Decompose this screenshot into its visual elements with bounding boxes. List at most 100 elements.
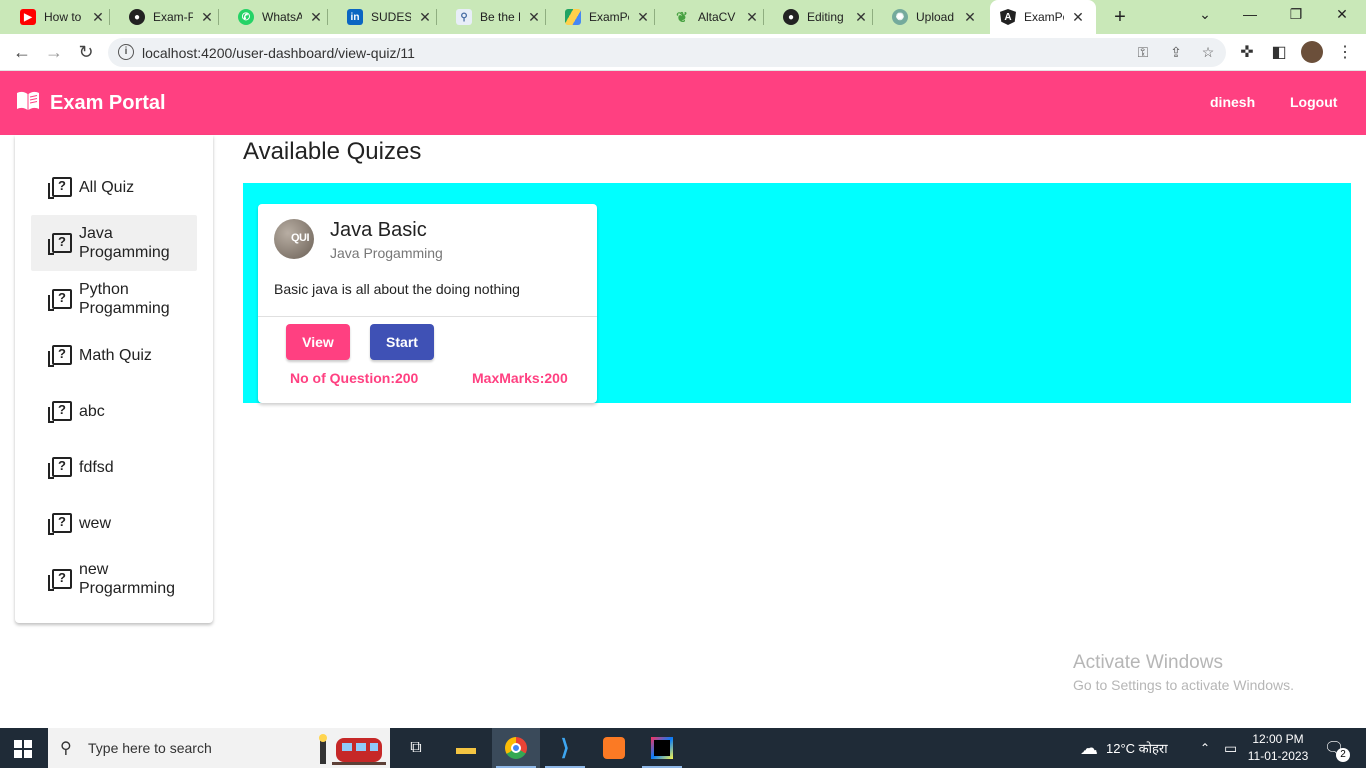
sidebar-item-abc[interactable]: ? abc (31, 383, 197, 439)
quiz-icon: ? (48, 569, 72, 591)
sidebar-item-label: Java Progamming (79, 225, 170, 261)
url-text[interactable]: localhost:4200/user-dashboard/view-quiz/… (142, 45, 415, 61)
close-tab-icon[interactable]: ✕ (964, 9, 976, 26)
page-title: Available Quizes (243, 138, 422, 165)
quiz-icon: ? (48, 233, 72, 255)
close-tab-icon[interactable]: ✕ (637, 9, 649, 26)
browser-tab-5[interactable]: ⚲ Be the N ✕ (456, 4, 546, 30)
tab-title: WhatsAp (262, 10, 302, 24)
forward-arrow-icon[interactable]: → (44, 42, 64, 62)
browser-tab-2[interactable]: ● Exam-Po ✕ (129, 4, 219, 30)
browser-tab-7[interactable]: ❦ AltaCV | ✕ (674, 4, 764, 30)
browser-tab-6[interactable]: ExamPor ✕ (565, 4, 655, 30)
side-panel-icon[interactable]: ◧ (1269, 42, 1289, 62)
share-icon[interactable]: ⇪ (1167, 44, 1185, 61)
sidebar-item-fdfsd[interactable]: ? fdfsd (31, 439, 197, 495)
quiz-title: Java Basic (330, 219, 427, 241)
close-tab-icon[interactable]: ✕ (419, 9, 431, 26)
brand-title[interactable]: Exam Portal (50, 92, 166, 115)
question-count: No of Question:200 (290, 370, 419, 386)
tab-title: ExamPor (589, 10, 629, 24)
chatgpt-icon: ✺ (892, 9, 908, 25)
close-tab-icon[interactable]: ✕ (201, 9, 213, 26)
sidebar-item-all-quiz[interactable]: ? All Quiz (31, 159, 197, 215)
linkedin-icon: in (347, 9, 363, 25)
category-sidebar: ? All Quiz ? Java Progamming ? Python Pr… (15, 135, 213, 623)
back-arrow-icon[interactable]: ← (12, 42, 32, 62)
browser-tab-3[interactable]: ✆ WhatsAp ✕ (238, 4, 328, 30)
sidebar-item-new-progarmming[interactable]: ? new Progarmming (31, 551, 197, 607)
notification-center[interactable]: 🗨 2 (1324, 728, 1350, 768)
sidebar-item-java-progamming[interactable]: ? Java Progamming (31, 215, 197, 271)
reload-icon[interactable]: ↻ (76, 42, 96, 62)
extensions-puzzle-icon[interactable]: ✜ (1237, 42, 1257, 62)
avatar-text: QUI (291, 232, 310, 244)
weather-widget[interactable]: ☁ 12°C कोहरा (1080, 728, 1168, 768)
browser-tab-8[interactable]: ● Editing C ✕ (783, 4, 873, 30)
battery-icon[interactable]: ▭ (1224, 728, 1237, 768)
close-window-button[interactable]: ✕ (1332, 6, 1352, 23)
tab-title: SUDESH (371, 10, 411, 24)
minimize-button[interactable]: — (1240, 6, 1260, 22)
tab-title: How to c (44, 10, 84, 24)
close-tab-icon[interactable]: ✕ (855, 9, 867, 26)
quiz-list-area: QUI Java Basic Java Progamming Basic jav… (243, 183, 1351, 403)
sidebar-item-label: All Quiz (79, 178, 135, 196)
taskbar-clock[interactable]: 12:00 PM 11-01-2023 (1246, 731, 1310, 765)
sidebar-item-label: Python Progamming (79, 281, 170, 317)
search-icon: ⚲ (60, 740, 72, 757)
file-explorer-icon[interactable]: ▬ (442, 728, 490, 768)
clock-date: 11-01-2023 (1247, 749, 1309, 763)
restore-button[interactable]: ❐ (1286, 6, 1306, 23)
task-view-icon[interactable]: ⧉ (392, 728, 440, 768)
tab-title: Exam-Po (153, 10, 193, 24)
close-tab-icon[interactable]: ✕ (310, 9, 322, 26)
train-icon (319, 734, 386, 765)
intellij-taskbar-icon[interactable] (638, 728, 686, 768)
address-bar[interactable]: i localhost:4200/user-dashboard/view-qui… (108, 38, 1226, 67)
key-icon[interactable]: ⚿ (1134, 44, 1152, 61)
close-tab-icon[interactable]: ✕ (1072, 9, 1084, 26)
bookmark-star-icon[interactable]: ☆ (1199, 44, 1217, 61)
site-info-icon[interactable]: i (118, 44, 134, 60)
browser-tab-strip: ▶ How to c ✕ ● Exam-Po ✕ ✆ WhatsAp ✕ in … (0, 0, 1366, 34)
xampp-taskbar-icon[interactable] (590, 728, 638, 768)
sidebar-item-python-progamming[interactable]: ? Python Progamming (31, 271, 197, 327)
sidebar-item-label: Math Quiz (79, 346, 152, 364)
sidebar-item-math-quiz[interactable]: ? Math Quiz (31, 327, 197, 383)
chrome-menu-icon[interactable]: ⋮ (1335, 42, 1355, 62)
quiz-category: Java Progamming (330, 245, 443, 261)
taskbar-search-box[interactable]: ⚲ Type here to search (48, 728, 390, 768)
profile-avatar[interactable] (1301, 41, 1323, 63)
close-tab-icon[interactable]: ✕ (746, 9, 758, 26)
quiz-icon: ? (48, 513, 72, 535)
address-toolbar: ← → ↻ i localhost:4200/user-dashboard/vi… (0, 34, 1366, 71)
chevron-up-icon[interactable]: ⌃ (1200, 728, 1210, 768)
quiz-description: Basic java is all about the doing nothin… (274, 281, 520, 297)
activate-windows-subtitle: Go to Settings to activate Windows. (1073, 677, 1294, 693)
youtube-icon: ▶ (20, 9, 36, 25)
quiz-card: QUI Java Basic Java Progamming Basic jav… (258, 204, 597, 403)
chrome-taskbar-icon[interactable] (492, 728, 540, 768)
app-header: Exam Portal dinesh Logout (0, 71, 1366, 135)
vscode-taskbar-icon[interactable]: ⟩ (541, 728, 589, 768)
overleaf-icon: ❦ (676, 8, 688, 25)
browser-tab-4[interactable]: in SUDESH ✕ (347, 4, 437, 30)
tab-title: Upload | (916, 10, 956, 24)
sidebar-item-label: new Progarmming (79, 561, 176, 597)
tab-title: AltaCV | (698, 10, 738, 24)
new-tab-button[interactable]: + (1110, 6, 1130, 29)
user-link[interactable]: dinesh (1210, 94, 1255, 110)
sidebar-item-wew[interactable]: ? wew (31, 495, 197, 551)
notification-count: 2 (1336, 748, 1350, 762)
windows-start-icon[interactable] (14, 740, 32, 758)
close-tab-icon[interactable]: ✕ (92, 9, 104, 26)
browser-tab-1[interactable]: ▶ How to c ✕ (20, 4, 110, 30)
browser-tab-9[interactable]: ✺ Upload | ✕ (892, 4, 976, 30)
view-quiz-button[interactable]: View (286, 324, 350, 360)
tab-search-icon[interactable]: ⌄ (1195, 6, 1215, 23)
browser-tab-active[interactable]: A ExamPo ✕ (990, 0, 1096, 34)
start-quiz-button[interactable]: Start (370, 324, 434, 360)
close-tab-icon[interactable]: ✕ (528, 9, 540, 26)
logout-link[interactable]: Logout (1290, 94, 1337, 110)
